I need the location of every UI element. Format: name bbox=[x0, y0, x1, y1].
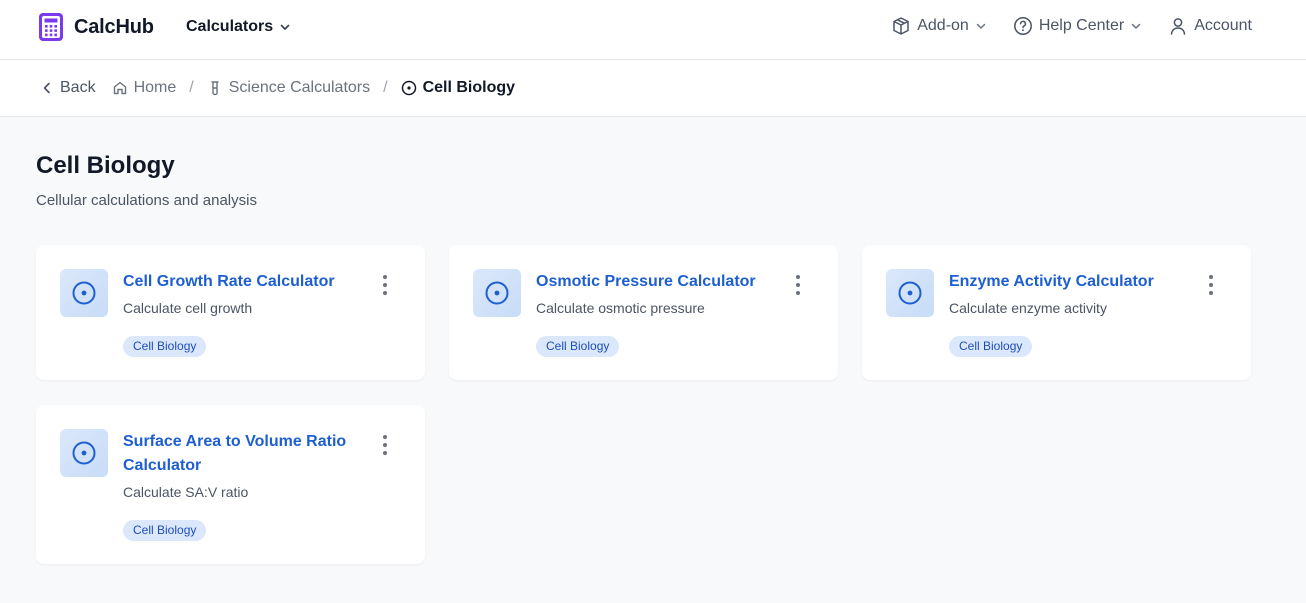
page-title: Cell Biology bbox=[36, 152, 175, 179]
breadcrumb-current-label: Cell Biology bbox=[422, 79, 516, 96]
brand-logo[interactable]: CalcHub bbox=[38, 12, 154, 42]
category-tag: Cell Biology bbox=[123, 520, 207, 541]
card-description: Calculate cell growth bbox=[123, 300, 253, 316]
calculator-card[interactable]: Cell Growth Rate Calculator Calculate ce… bbox=[36, 245, 425, 380]
breadcrumb-bar: Back Home / Science Calculators / Cell B… bbox=[0, 60, 1306, 117]
category-tag: Cell Biology bbox=[536, 336, 620, 357]
breadcrumb-separator: / bbox=[189, 79, 194, 96]
card-description: Calculate enzyme activity bbox=[949, 300, 1107, 316]
account-button[interactable]: Account bbox=[1168, 16, 1252, 36]
help-center-menu-button[interactable]: Help Center bbox=[1013, 16, 1142, 36]
category-tag: Cell Biology bbox=[949, 336, 1033, 357]
card-title[interactable]: Enzyme Activity Calculator bbox=[949, 270, 1179, 294]
breadcrumb-current: Cell Biology bbox=[401, 79, 515, 97]
breadcrumb-science-label: Science Calculators bbox=[228, 79, 371, 96]
calculator-card[interactable]: Surface Area to Volume Ratio Calculator … bbox=[36, 405, 425, 564]
target-icon bbox=[473, 269, 521, 317]
calculator-icon bbox=[39, 13, 63, 41]
back-button[interactable]: Back bbox=[40, 79, 96, 97]
target-icon bbox=[401, 80, 416, 96]
breadcrumb-separator: / bbox=[383, 79, 388, 96]
help-center-label: Help Center bbox=[1038, 17, 1125, 34]
card-title[interactable]: Surface Area to Volume Ratio Calculator bbox=[123, 430, 353, 478]
help-circle-icon bbox=[1013, 17, 1032, 35]
flask-icon bbox=[211, 81, 219, 96]
page-subtitle: Cellular calculations and analysis bbox=[36, 192, 257, 209]
chevron-down-icon bbox=[280, 24, 290, 30]
back-label: Back bbox=[60, 79, 96, 96]
category-tag: Cell Biology bbox=[123, 336, 207, 357]
home-icon bbox=[113, 81, 126, 95]
calculators-menu-button[interactable]: Calculators bbox=[186, 18, 291, 36]
kebab-menu-icon[interactable] bbox=[794, 275, 802, 295]
kebab-menu-icon[interactable] bbox=[1207, 275, 1215, 295]
brand-name: CalcHub bbox=[74, 15, 154, 38]
chevron-down-icon bbox=[1131, 23, 1141, 29]
target-icon bbox=[60, 429, 108, 477]
top-navbar: CalcHub Calculators Add-on Help Center A… bbox=[0, 0, 1306, 60]
user-icon bbox=[1170, 18, 1186, 35]
target-icon bbox=[886, 269, 934, 317]
card-description: Calculate osmotic pressure bbox=[536, 300, 705, 316]
breadcrumb: Back Home / Science Calculators / Cell B… bbox=[40, 79, 515, 97]
card-title[interactable]: Cell Growth Rate Calculator bbox=[123, 270, 353, 294]
account-label: Account bbox=[1194, 17, 1252, 34]
chevron-left-icon bbox=[43, 82, 50, 94]
breadcrumb-home-label: Home bbox=[133, 79, 177, 96]
breadcrumb-science[interactable]: Science Calculators bbox=[207, 79, 370, 97]
card-title[interactable]: Osmotic Pressure Calculator bbox=[536, 270, 766, 294]
addon-label: Add-on bbox=[917, 17, 969, 34]
kebab-menu-icon[interactable] bbox=[381, 435, 389, 455]
calculator-card[interactable]: Enzyme Activity Calculator Calculate enz… bbox=[862, 245, 1251, 380]
chevron-down-icon bbox=[976, 23, 986, 29]
header-actions: Add-on Help Center Account bbox=[891, 16, 1252, 36]
package-icon bbox=[893, 17, 909, 35]
breadcrumb-home[interactable]: Home bbox=[112, 79, 177, 97]
kebab-menu-icon[interactable] bbox=[381, 275, 389, 295]
card-description: Calculate SA:V ratio bbox=[123, 484, 249, 500]
addon-menu-button[interactable]: Add-on bbox=[891, 16, 987, 36]
calculators-menu-label: Calculators bbox=[186, 18, 274, 35]
target-icon bbox=[60, 269, 108, 317]
calculator-card[interactable]: Osmotic Pressure Calculator Calculate os… bbox=[449, 245, 838, 380]
